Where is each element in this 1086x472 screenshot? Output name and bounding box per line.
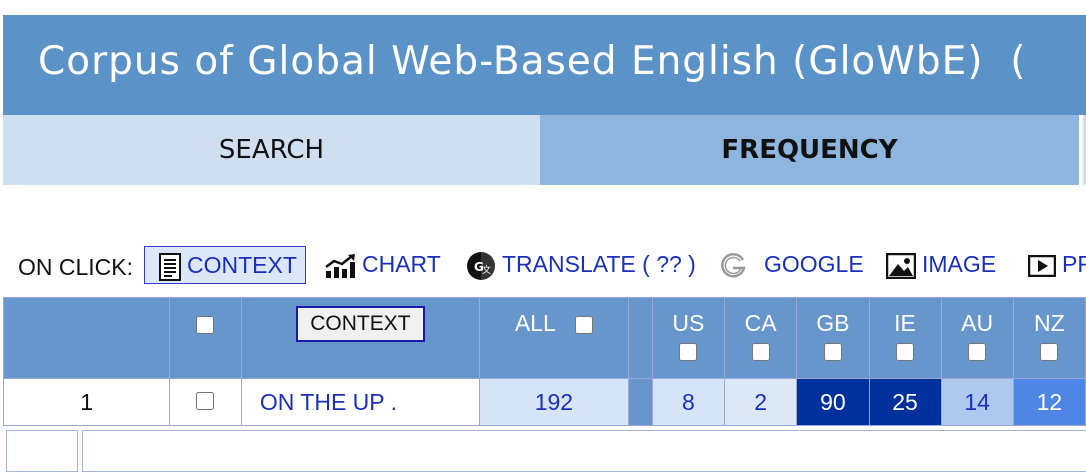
select-all-checkbox[interactable] bbox=[196, 315, 215, 334]
context-button[interactable]: CONTEXT bbox=[296, 306, 425, 342]
on-click-context[interactable]: CONTEXT bbox=[144, 246, 306, 284]
header-select bbox=[169, 297, 242, 379]
lower-panel-right bbox=[82, 430, 1086, 472]
col-gb-checkbox[interactable] bbox=[823, 342, 842, 361]
col-ca-checkbox[interactable] bbox=[751, 342, 770, 361]
row-count-ca[interactable]: 2 bbox=[724, 378, 798, 426]
header-context: CONTEXT bbox=[240, 297, 480, 379]
play-icon bbox=[1027, 254, 1057, 278]
tab-search[interactable]: SEARCH bbox=[3, 115, 540, 185]
row-checkbox[interactable] bbox=[196, 391, 215, 410]
on-click-translate[interactable]: G 文 TRANSLATE ( ?? ) bbox=[466, 246, 696, 282]
row-count-us[interactable]: 8 bbox=[651, 378, 726, 426]
on-click-google[interactable]: GOOGLE bbox=[718, 246, 864, 282]
row-select bbox=[169, 378, 242, 426]
table-header: CONTEXT ALL US CA GB IE AU NZ bbox=[2, 297, 1086, 379]
svg-text:文: 文 bbox=[482, 264, 491, 276]
tab-frequency[interactable]: FREQUENCY bbox=[540, 115, 1079, 185]
google-icon bbox=[721, 253, 746, 278]
row-number: 1 bbox=[2, 378, 171, 426]
header-all: ALL bbox=[478, 297, 629, 379]
header-col-gb: GB bbox=[796, 297, 870, 379]
col-au-checkbox[interactable] bbox=[968, 342, 987, 361]
table-row: 1 ON THE UP . 192 8 2 90 25 14 12 bbox=[2, 378, 1086, 426]
row-count-gb[interactable]: 90 bbox=[796, 378, 870, 426]
col-nz-checkbox[interactable] bbox=[1040, 342, 1059, 361]
site-header: Corpus of Global Web-Based English (GloW… bbox=[3, 15, 1086, 115]
header-col-au: AU bbox=[940, 297, 1014, 379]
site-title[interactable]: Corpus of Global Web-Based English (GloW… bbox=[38, 39, 1026, 84]
on-click-pr[interactable]: PR bbox=[1027, 246, 1086, 282]
header-col-ie: IE bbox=[868, 297, 942, 379]
header-num bbox=[2, 297, 171, 379]
main-nav: SEARCH FREQUENCY bbox=[3, 115, 1086, 185]
col-us-checkbox[interactable] bbox=[679, 342, 698, 361]
header-col-ca: CA bbox=[724, 297, 798, 379]
chart-icon bbox=[325, 253, 355, 278]
on-click-bar: ON CLICK: CONTEXT CHART G 文 TRANSLATE ( … bbox=[18, 245, 1086, 285]
row-count-nz[interactable]: 12 bbox=[1012, 378, 1086, 426]
header-col-us: US bbox=[651, 297, 726, 379]
row-word-link[interactable]: ON THE UP . bbox=[240, 378, 480, 426]
header-col-nz: NZ bbox=[1012, 297, 1086, 379]
col-ie-checkbox[interactable] bbox=[896, 342, 915, 361]
row-count-ie[interactable]: 25 bbox=[868, 378, 942, 426]
title-overflow: ( bbox=[1010, 39, 1027, 84]
lower-panel-left bbox=[6, 430, 78, 472]
on-click-label: ON CLICK: bbox=[18, 254, 134, 280]
frequency-table: CONTEXT ALL US CA GB IE AU NZ 1 ON THE U… bbox=[2, 297, 1086, 426]
all-checkbox[interactable] bbox=[574, 315, 593, 334]
document-icon bbox=[159, 252, 181, 281]
row-all-count[interactable]: 192 bbox=[478, 378, 629, 426]
on-click-image[interactable]: IMAGE bbox=[885, 246, 996, 282]
header-separator bbox=[627, 297, 653, 379]
translate-icon: G 文 bbox=[467, 251, 495, 280]
image-icon bbox=[885, 252, 917, 280]
row-count-au[interactable]: 14 bbox=[940, 378, 1014, 426]
on-click-chart[interactable]: CHART bbox=[324, 246, 441, 282]
row-separator bbox=[627, 378, 653, 426]
